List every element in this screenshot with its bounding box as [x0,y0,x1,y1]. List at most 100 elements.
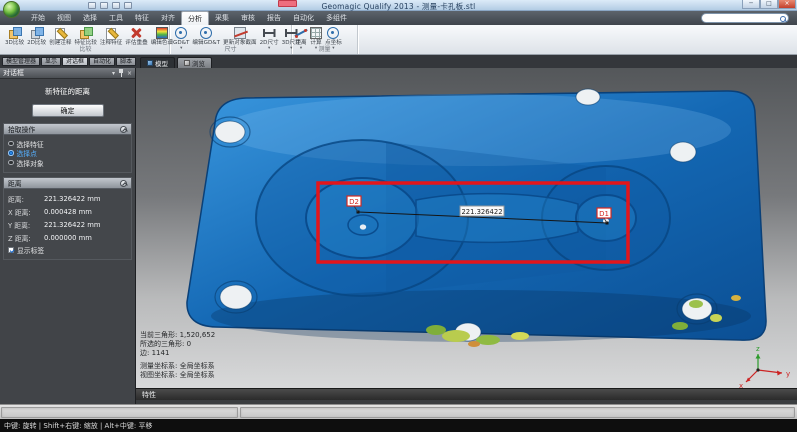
panel-tab-script[interactable]: 脚本 [116,57,136,66]
ok-button[interactable]: 确定 [32,104,104,117]
mouse-hint-bar: 中键: 旋转 | Shift+右键: 缩放 | Alt+中键: 平移 [0,419,797,432]
distance-section: 距离 距离:221.326422 mm X 距离:0.000428 mm Y 距… [3,177,132,260]
svg-text:z: z [756,345,760,353]
measurement-value: 221.326422 [461,208,502,216]
search-input[interactable] [701,13,789,23]
ribbon-group-dimension: GD&T▾ 编辑GD&T 更新对象截面 2D尺寸▾ 3D尺寸▾ 尺寸 [170,25,292,54]
annotate-feature-icon [105,27,117,39]
evaluate-overlap-icon [130,27,142,39]
tab-review[interactable]: 审核 [235,11,261,25]
panel-tab-display[interactable]: 显示 [41,57,61,66]
show-label-checkbox[interactable]: 显示标签 [8,245,127,255]
pick-operation-section: 拾取操作 选择特征 选择点 选择对象 [3,123,132,173]
tab-tools[interactable]: 工具 [103,11,129,25]
model-mesh [187,89,766,347]
tab-view[interactable]: 视图 [51,11,77,25]
distance-header[interactable]: 距离 [4,178,131,189]
tab-automation[interactable]: 自动化 [287,11,320,25]
radio-select-feature[interactable]: 选择特征 [8,140,127,148]
collapse-chevron-icon[interactable] [120,180,127,187]
z-distance-row: Z 距离:0.000000 mm [8,231,127,244]
viewport-tab-model[interactable]: 模型 [140,57,175,68]
feature-compare-icon [80,27,92,39]
tab-capture[interactable]: 采集 [209,11,235,25]
panel-tab-automation[interactable]: 自动化 [89,57,115,66]
ribbon-tab-strip: 开始 视图 选择 工具 特征 对齐 分析 采集 审核 报告 自动化 多组件 [0,11,797,25]
mouse-hint-text: 中键: 旋转 | Shift+右键: 缩放 | Alt+中键: 平移 [4,421,153,431]
distance-row: 距离:221.326422 mm [8,192,127,205]
dialog-panel-header: 对话框 ▾ × [0,68,135,79]
stat-current-triangles: 当前三角形: 1,520,652 [140,331,215,340]
redo-icon[interactable] [124,2,132,9]
create-annotation-icon [54,27,66,39]
stat-edges: 边: 1141 [140,349,215,358]
panel-menu-caret-icon[interactable]: ▾ [112,69,115,78]
edit-spectrum-icon [156,27,168,39]
window-controls: ─ □ × [742,0,796,9]
viewport-3d[interactable]: D2 D1 221.326422 y x z 当前三角形: 1,520 [136,68,797,388]
radio-icon [8,141,14,147]
browse-icon [184,60,190,66]
app-logo-icon[interactable] [3,1,20,18]
search-icon [780,16,786,22]
maximize-button[interactable]: □ [760,0,778,9]
properties-label: 特性 [142,390,156,400]
dimension-2d-icon [263,27,275,39]
collapse-chevron-icon[interactable] [120,126,127,133]
tab-multicomponent[interactable]: 多组件 [320,11,353,25]
group-caption-dimension: 尺寸 [170,44,291,53]
save-icon[interactable] [100,2,108,9]
panel-tab-model-manager[interactable]: 模型管理器 [2,57,40,66]
model-cube-icon [147,60,153,66]
panel-pin-icon[interactable] [118,69,124,77]
quick-access-toolbar [88,2,132,9]
status-strip [0,404,797,419]
calculate-icon [310,27,322,39]
panel-tab-strip: 模型管理器 显示 对话框 自动化 脚本 [2,57,136,66]
update-section-icon [234,27,246,39]
ribbon-group-compare: 3D比较 2D比较 创建注释 特征比较 注释特征 评估重叠 编辑色谱 比较 [2,25,170,54]
pick-operation-header[interactable]: 拾取操作 [4,124,131,135]
compare-3d-icon [9,27,21,39]
stat-view-csys: 视图坐标系: 全局坐标系 [140,371,215,380]
dialog-command-title: 新特征的距离 [0,86,135,97]
measurement-label-d2: D2 [349,198,359,206]
panel-close-icon[interactable]: × [127,69,132,78]
radio-icon [8,150,14,156]
orientation-triad-icon[interactable]: y x z [739,345,790,388]
radio-select-object[interactable]: 选择对象 [8,159,127,167]
model-canvas: D2 D1 221.326422 y x z [136,68,797,388]
dialog-panel-title: 对话框 [3,68,109,78]
status-cell-right [240,407,795,418]
tab-report[interactable]: 报告 [261,11,287,25]
radio-select-point[interactable]: 选择点 [8,149,127,157]
svg-text:y: y [786,370,790,378]
viewport-tab-strip: 模型 浏览 [140,57,212,68]
minimize-button[interactable]: ─ [742,0,760,9]
tab-analysis[interactable]: 分析 [181,11,209,25]
point-coordinates-icon [327,27,339,39]
group-caption-compare: 比较 [2,44,169,53]
compare-2d-icon [31,27,43,39]
measurement-label-d1: D1 [599,210,609,218]
distance-icon [295,27,307,39]
properties-bar[interactable]: 特性 [136,388,797,400]
panel-tab-dialog[interactable]: 对话框 [62,57,88,66]
open-icon[interactable] [88,2,96,9]
viewport-stats: 当前三角形: 1,520,652 所选的三角形: 0 边: 1141 测量坐标系… [140,331,215,380]
group-caption-measure: 测量 [292,44,357,53]
close-button[interactable]: × [778,0,796,9]
y-distance-row: Y 距离:221.326422 mm [8,218,127,231]
stat-selected-triangles: 所选的三角形: 0 [140,340,215,349]
tab-home[interactable]: 开始 [25,11,51,25]
viewport-tab-browse[interactable]: 浏览 [177,57,212,68]
tab-select[interactable]: 选择 [77,11,103,25]
gdt-icon [175,27,187,39]
checkbox-checked-icon [8,247,14,253]
ribbon-group-measure: 距离▾ 计算▾ 点坐标▾ 测量 [292,25,358,54]
tab-alignment[interactable]: 对齐 [155,11,181,25]
dialog-panel: 对话框 ▾ × 新特征的距离 确定 拾取操作 选择特征 选择点 选择对象 距离 [0,68,136,404]
status-cell-left [1,407,238,418]
undo-icon[interactable] [112,2,120,9]
tab-features[interactable]: 特征 [129,11,155,25]
